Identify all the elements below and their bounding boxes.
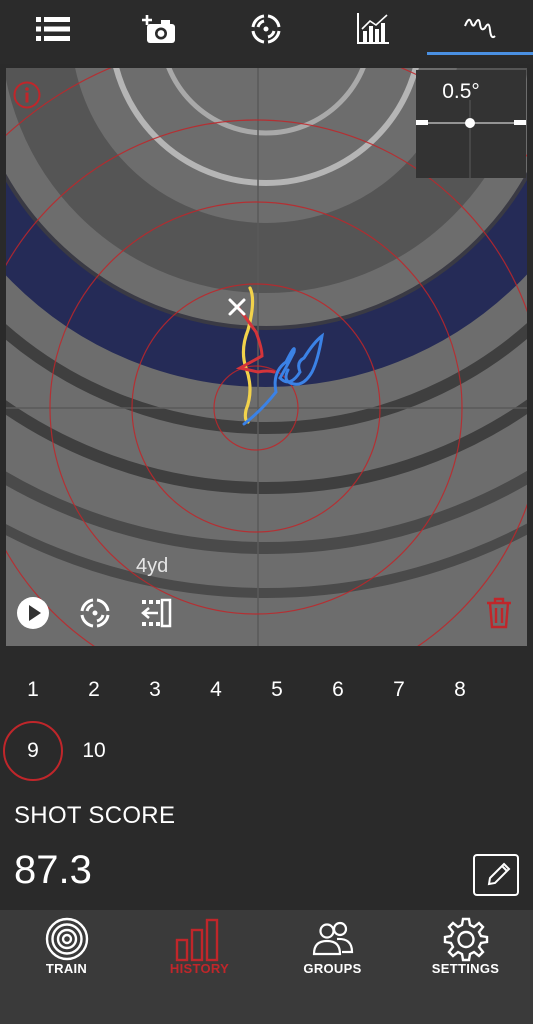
nav-label-groups: GROUPS: [303, 961, 362, 976]
distance-label: 4yd: [136, 555, 169, 577]
nav-groups[interactable]: GROUPS: [266, 910, 399, 1024]
shot-score-value: 87.3: [14, 848, 92, 892]
shot-item[interactable]: 5: [247, 660, 307, 720]
nav-history[interactable]: HISTORY: [133, 910, 266, 1024]
nav-settings[interactable]: SETTINGS: [399, 910, 532, 1024]
shot-score-label: SHOT SCORE: [14, 802, 176, 829]
gear-icon: [443, 917, 489, 962]
nav-label-history: HISTORY: [169, 961, 230, 976]
bar-chart-icon: [175, 918, 219, 962]
shot-list-panel: 1 2 3 4 5 6 7 8 9 10 SHOT SCORE 87.3: [0, 648, 533, 910]
trash-icon[interactable]: [484, 596, 514, 630]
shot-item-selected[interactable]: 9: [3, 721, 63, 781]
nav-train[interactable]: TRAIN: [0, 910, 133, 1024]
shot-item[interactable]: 3: [125, 660, 185, 720]
trace-before-shot: [241, 286, 255, 424]
shot-item[interactable]: 10: [64, 721, 124, 781]
shot-item[interactable]: 1: [3, 660, 63, 720]
shot-item[interactable]: 7: [369, 660, 429, 720]
shot-item[interactable]: 2: [64, 660, 124, 720]
cant-angle-label: 0.5°: [442, 80, 480, 103]
trace-after-shot: [242, 332, 325, 426]
shot-item[interactable]: 4: [186, 660, 246, 720]
nav-label-settings: SETTINGS: [431, 961, 500, 976]
target-icon: [45, 917, 89, 961]
play-icon[interactable]: [16, 596, 50, 630]
edit-button[interactable]: [473, 854, 519, 896]
trim-trace-icon[interactable]: [140, 598, 172, 628]
edit-icon: [487, 862, 511, 886]
bottom-nav: TRAIN HISTORY GROUPS SETTINGS: [0, 910, 533, 1024]
shot-item[interactable]: 8: [430, 660, 490, 720]
info-icon[interactable]: [12, 80, 42, 110]
people-icon: [312, 921, 354, 956]
shot-item[interactable]: 6: [308, 660, 368, 720]
nav-label-train: TRAIN: [45, 961, 88, 976]
target-segments-icon[interactable]: [78, 596, 112, 630]
cant-angle-indicator: 0.5°: [416, 70, 526, 178]
shot-marker: [228, 298, 246, 316]
